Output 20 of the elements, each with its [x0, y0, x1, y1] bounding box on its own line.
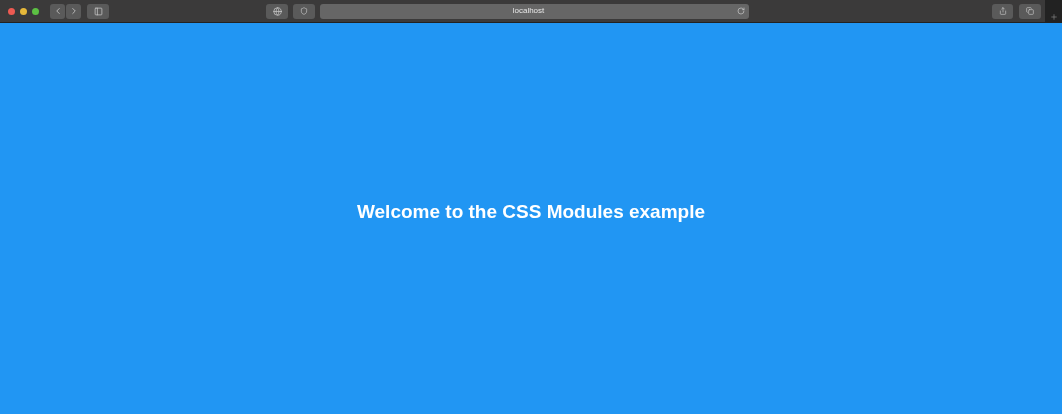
shield-button[interactable] [293, 3, 315, 19]
minimize-window-icon[interactable] [20, 7, 27, 15]
address-text: localhost [511, 7, 546, 15]
share-button[interactable] [992, 3, 1013, 19]
reload-icon[interactable] [737, 7, 745, 15]
address-bar[interactable]: localhost [320, 3, 749, 19]
zoom-window-icon[interactable] [32, 7, 39, 15]
sidebar-button[interactable] [87, 3, 109, 19]
welcome-heading: Welcome to the CSS Modules example [356, 200, 706, 225]
tabs-button[interactable] [1019, 3, 1041, 19]
forward-button[interactable] [66, 3, 81, 19]
globe-button[interactable] [266, 3, 288, 19]
close-window-icon[interactable] [8, 7, 15, 15]
share-icon [998, 7, 1007, 15]
shield-icon [300, 7, 308, 15]
plus-icon [1049, 12, 1058, 21]
sidebar-icon [93, 6, 103, 16]
back-button[interactable] [50, 3, 65, 19]
tabs-icon [1026, 7, 1034, 15]
globe-icon [272, 6, 282, 16]
